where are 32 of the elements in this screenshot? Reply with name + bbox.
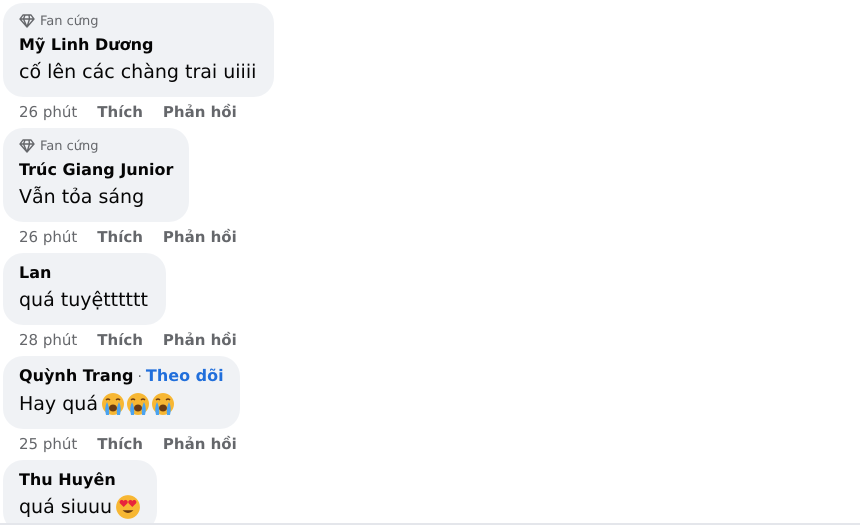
follow-link[interactable]: Theo dõi (146, 364, 224, 388)
comment-text: cố lên các chàng trai uiiii (19, 60, 256, 85)
author-name[interactable]: Mỹ Linh Dương (19, 33, 154, 57)
comment-text: Vẫn tỏa sáng (19, 185, 144, 210)
like-link[interactable]: Thích (97, 330, 143, 350)
author-name[interactable]: Lan (19, 261, 52, 285)
like-link[interactable]: Thích (97, 227, 143, 247)
crying-face-icon (150, 392, 175, 416)
reply-link[interactable]: Phản hồi (162, 102, 237, 122)
like-link[interactable]: Thích (97, 434, 143, 454)
comment-text: Hay quá (19, 392, 98, 417)
crying-face-icon (126, 392, 150, 416)
author-name[interactable]: Trúc Giang Junior (19, 158, 174, 182)
reply-link[interactable]: Phản hồi (162, 330, 237, 350)
comment-time[interactable]: 28 phút (19, 330, 78, 350)
comment-time[interactable]: 26 phút (19, 227, 78, 247)
heart-eyes-icon (115, 494, 142, 520)
author-name[interactable]: Quỳnh Trang (19, 364, 134, 388)
like-link[interactable]: Thích (97, 102, 143, 122)
reply-link[interactable]: Phản hồi (162, 434, 237, 454)
separator-dot: · (137, 368, 142, 387)
comment-text: quá siuuu (19, 495, 112, 520)
comment-text: quá tuyệtttttt (19, 288, 148, 313)
reply-link[interactable]: Phản hồi (162, 227, 237, 247)
comment-time[interactable]: 26 phút (19, 102, 78, 122)
author-name[interactable]: Thu Huyên (19, 468, 116, 492)
fan-label: Fan cứng (40, 14, 98, 28)
crying-face-icon (100, 392, 125, 416)
diamond-icon (19, 139, 35, 153)
comment-time[interactable]: 25 phút (19, 434, 78, 454)
fan-label: Fan cứng (40, 138, 98, 154)
diamond-icon (19, 14, 35, 28)
